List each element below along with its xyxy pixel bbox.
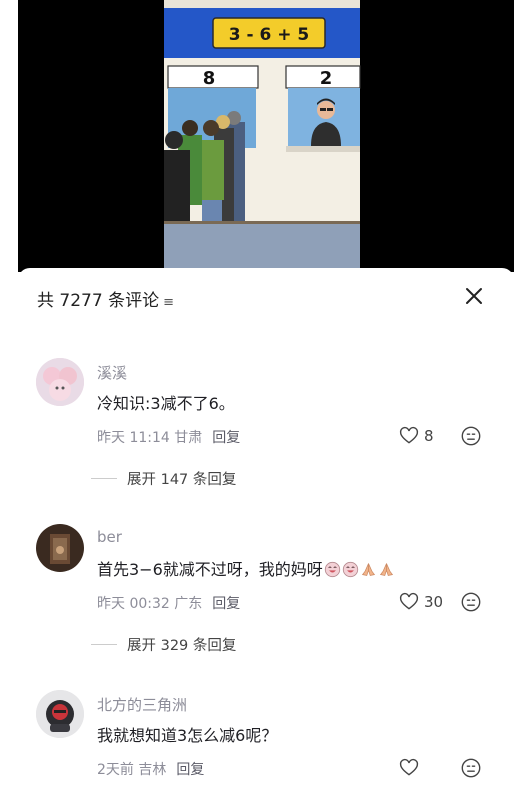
heart-icon xyxy=(399,758,419,776)
like-count: 8 xyxy=(424,427,434,445)
window-right-number: 2 xyxy=(320,68,333,89)
formula-text: 3 - 6 + 5 xyxy=(229,25,309,45)
window-left-number: 8 xyxy=(203,68,216,89)
like-count: 30 xyxy=(424,593,444,611)
avatar[interactable] xyxy=(36,690,84,738)
like-button[interactable] xyxy=(399,757,424,779)
like-button[interactable]: 30 xyxy=(399,591,443,613)
laughing-face-icon xyxy=(342,561,358,578)
comment-meta: 昨天 11:14 甘肃 回复 xyxy=(97,430,241,446)
expand-divider xyxy=(91,644,117,645)
praying-hands-icon xyxy=(361,563,375,576)
comment-text: 首先3−6就减不过呀，我的妈呀 xyxy=(97,556,395,580)
dislike-icon[interactable] xyxy=(460,591,482,613)
avatar[interactable] xyxy=(36,524,84,572)
avatar-image xyxy=(36,690,84,738)
comment-panel: 共 7277 条评论 ≡ 溪溪 冷知识:3减不了6。 昨天 11:14 甘肃 回复 xyxy=(18,268,514,800)
username[interactable]: 溪溪 xyxy=(97,362,127,383)
expand-replies[interactable]: 展开 329 条回复 xyxy=(91,634,236,655)
close-icon[interactable] xyxy=(462,284,486,308)
expand-replies[interactable]: 展开 147 条回复 xyxy=(91,468,236,489)
username[interactable]: 北方的三角洲 xyxy=(97,694,187,715)
dislike-icon[interactable] xyxy=(460,757,482,779)
avatar-image xyxy=(36,358,84,406)
comment-header: 共 7277 条评论 ≡ xyxy=(18,268,514,326)
heart-icon xyxy=(399,592,419,610)
laughing-face-icon xyxy=(324,561,340,578)
comment-meta: 昨天 00:32 广东 回复 xyxy=(97,596,241,612)
expand-divider xyxy=(91,478,117,479)
video-player[interactable]: 3 - 6 + 5 8 2 xyxy=(18,0,514,272)
like-button[interactable]: 8 xyxy=(399,425,434,447)
reply-button[interactable]: 回复 xyxy=(212,430,240,446)
username[interactable]: ber xyxy=(97,528,122,546)
dislike-icon[interactable] xyxy=(460,425,482,447)
avatar-image xyxy=(36,524,84,572)
comment-text: 冷知识:3减不了6。 xyxy=(97,394,235,413)
comment-meta: 2天前 吉林 回复 xyxy=(97,762,205,778)
praying-hands-icon xyxy=(379,563,393,576)
heart-icon xyxy=(399,426,419,444)
comment-count: 共 7277 条评论 ≡ xyxy=(37,291,174,311)
menu-chevron-icon[interactable]: ≡ xyxy=(163,295,174,310)
reply-button[interactable]: 回复 xyxy=(176,762,204,778)
reply-button[interactable]: 回复 xyxy=(212,596,240,612)
avatar[interactable] xyxy=(36,358,84,406)
comment-text: 我就想知道3怎么减6呢？ xyxy=(97,726,278,745)
video-frame-illustration: 3 - 6 + 5 8 2 xyxy=(164,0,361,272)
